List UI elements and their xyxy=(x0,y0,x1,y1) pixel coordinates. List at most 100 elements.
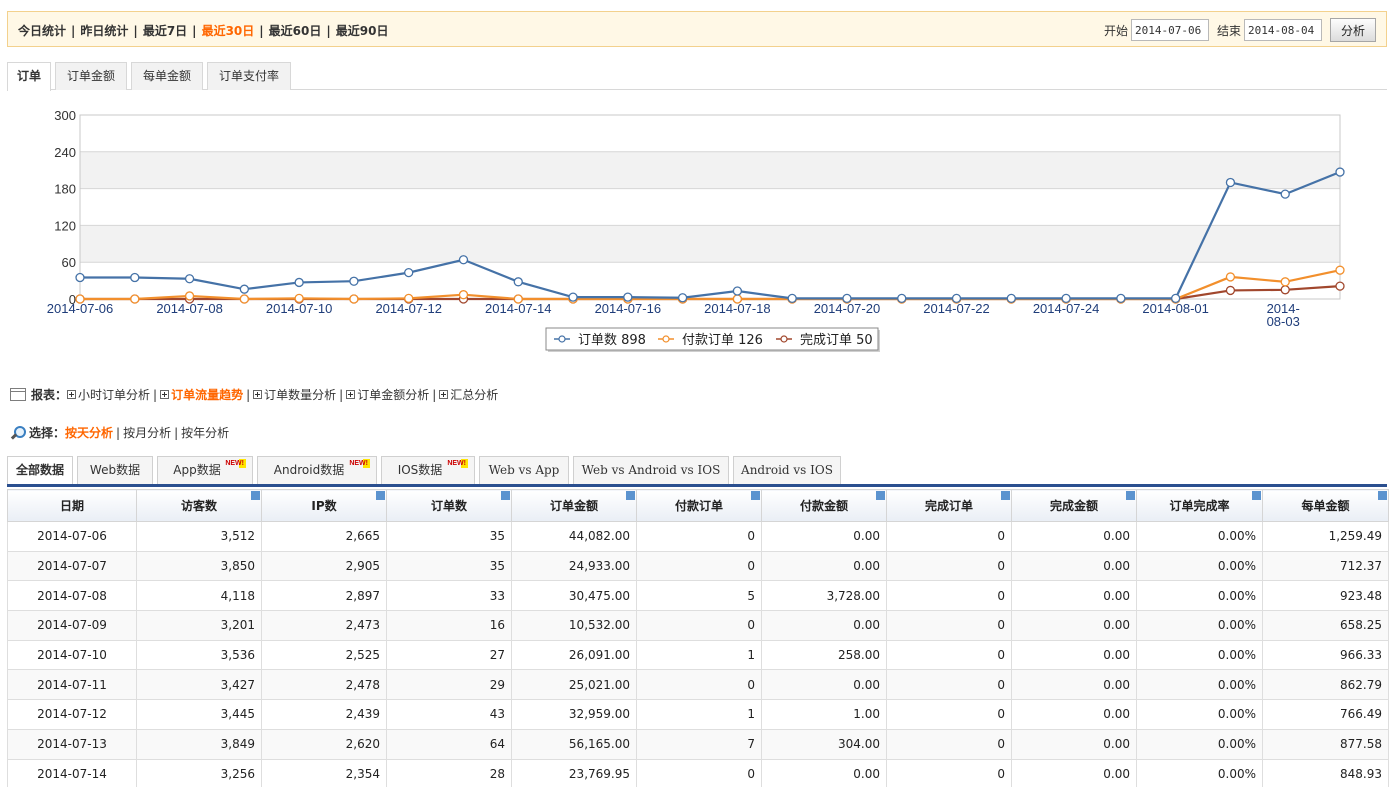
tab-order-amount[interactable]: 订单金额 xyxy=(55,62,127,90)
data-point[interactable] xyxy=(951,293,962,304)
data-point[interactable] xyxy=(513,277,523,287)
report-link-summary[interactable]: 汇总分析 xyxy=(450,386,498,403)
data-point[interactable] xyxy=(130,294,140,304)
column-header[interactable]: 访客数 xyxy=(136,489,262,522)
data-point[interactable] xyxy=(568,292,578,302)
column-header[interactable]: 每单金额 xyxy=(1262,489,1389,522)
tab-web-vs-android-vs-ios[interactable]: Web vs Android vs IOS xyxy=(573,456,729,484)
data-point[interactable] xyxy=(513,294,523,304)
tab-payment-rate[interactable]: 订单支付率 xyxy=(207,62,291,90)
select-link-yearly[interactable]: 按年分析 xyxy=(181,424,229,441)
legend-entry[interactable]: 付款订单 126 xyxy=(682,333,763,348)
data-point[interactable] xyxy=(623,292,633,302)
data-point[interactable] xyxy=(75,272,85,283)
data-point[interactable] xyxy=(75,294,85,304)
analyze-button[interactable]: 分析 xyxy=(1330,18,1376,42)
report-link-amount[interactable]: 订单金额分析 xyxy=(357,386,429,403)
column-header[interactable]: 付款订单 xyxy=(636,489,762,522)
help-icon[interactable] xyxy=(501,491,510,500)
data-point[interactable] xyxy=(1280,277,1290,287)
help-icon[interactable] xyxy=(1001,491,1010,500)
quick-range-30d[interactable]: 最近30日 xyxy=(202,24,255,38)
legend-entry[interactable]: 订单数 898 xyxy=(578,333,646,348)
data-point[interactable] xyxy=(1280,189,1290,199)
help-icon[interactable] xyxy=(626,491,635,500)
data-point[interactable] xyxy=(1116,293,1126,304)
quick-range-today[interactable]: 今日统计 xyxy=(18,24,66,38)
data-point[interactable] xyxy=(1061,293,1071,304)
data-point[interactable] xyxy=(677,293,688,303)
select-link-monthly[interactable]: 按月分析 xyxy=(123,424,171,441)
help-icon[interactable] xyxy=(1378,491,1387,500)
quick-range-90d[interactable]: 最近90日 xyxy=(336,24,389,38)
table-cell: 1 xyxy=(636,639,762,671)
data-point[interactable] xyxy=(294,293,304,304)
data-point[interactable] xyxy=(1335,265,1345,275)
help-icon[interactable] xyxy=(251,491,260,500)
data-point[interactable] xyxy=(184,274,195,284)
table-row: 2014-07-09 3,201 2,473 16 10,532.00 0 0.00 0 0.0… xyxy=(7,610,1389,641)
column-header[interactable]: 完成订单 xyxy=(886,489,1012,522)
tab-app-data[interactable]: App数据 NEW! xyxy=(157,456,253,484)
table-cell: 56,165.00 xyxy=(511,728,637,760)
data-point[interactable] xyxy=(458,255,469,265)
tab-amount-per-order[interactable]: 每单金额 xyxy=(131,62,203,90)
data-point[interactable] xyxy=(349,276,359,286)
help-icon[interactable] xyxy=(376,491,385,500)
tab-android-vs-ios[interactable]: Android vs IOS xyxy=(733,456,841,484)
end-date-input[interactable] xyxy=(1244,19,1322,41)
data-point[interactable] xyxy=(349,294,359,304)
quick-range-7d[interactable]: 最近7日 xyxy=(143,24,187,38)
report-link-hourly[interactable]: 小时订单分析 xyxy=(78,386,150,403)
data-point[interactable] xyxy=(732,286,743,296)
data-point[interactable] xyxy=(458,290,469,300)
column-header[interactable]: 付款金额 xyxy=(761,489,887,522)
expand-icon xyxy=(67,390,77,399)
data-point[interactable] xyxy=(184,291,195,301)
data-point[interactable] xyxy=(404,293,414,304)
tab-all-data[interactable]: 全部数据 xyxy=(7,456,73,484)
help-icon[interactable] xyxy=(1252,491,1261,500)
select-link-daily[interactable]: 按天分析 xyxy=(65,424,113,441)
quick-range-yesterday[interactable]: 昨日统计 xyxy=(80,24,128,38)
data-point[interactable] xyxy=(1006,293,1016,304)
data-point[interactable] xyxy=(239,284,249,294)
legend-entry[interactable]: 完成订单 50 xyxy=(800,333,873,348)
data-point[interactable] xyxy=(1171,293,1181,304)
date-range: 开始 结束 分析 xyxy=(1096,18,1376,42)
tab-web-vs-app[interactable]: Web vs App xyxy=(479,456,569,484)
data-point[interactable] xyxy=(1335,281,1345,291)
data-point[interactable] xyxy=(897,293,907,304)
data-point[interactable] xyxy=(1225,272,1236,282)
column-header[interactable]: 完成金额 xyxy=(1011,489,1137,522)
data-point[interactable] xyxy=(239,294,249,304)
start-date-input[interactable] xyxy=(1130,19,1209,41)
report-link-quantity[interactable]: 订单数量分析 xyxy=(264,386,336,403)
data-point[interactable] xyxy=(1335,167,1345,177)
column-header[interactable]: 日期 xyxy=(7,489,137,522)
help-icon[interactable] xyxy=(751,491,760,500)
help-icon[interactable] xyxy=(876,491,885,500)
data-point[interactable] xyxy=(842,293,852,304)
column-header[interactable]: IP数 xyxy=(261,489,387,522)
data-point[interactable] xyxy=(787,293,797,304)
quick-range-60d[interactable]: 最近60日 xyxy=(269,24,322,38)
data-point[interactable] xyxy=(130,272,140,283)
tab-android-data[interactable]: Android数据 NEW! xyxy=(257,456,377,484)
column-header[interactable]: 订单数 xyxy=(386,489,512,522)
tab-orders[interactable]: 订单 xyxy=(7,62,51,91)
data-point[interactable] xyxy=(404,267,414,278)
column-header[interactable]: 订单金额 xyxy=(511,489,637,522)
help-icon[interactable] xyxy=(1126,491,1135,500)
table-cell: 0 xyxy=(636,669,762,701)
report-link-trend[interactable]: 订单流量趋势 xyxy=(171,386,243,403)
data-point[interactable] xyxy=(1225,285,1236,296)
data-point[interactable] xyxy=(1280,285,1290,295)
column-header[interactable]: 订单完成率 xyxy=(1136,489,1263,522)
tab-web-data[interactable]: Web数据 xyxy=(77,456,153,484)
data-point[interactable] xyxy=(732,294,743,304)
tab-ios-data[interactable]: IOS数据 NEW! xyxy=(381,456,475,484)
data-point[interactable] xyxy=(294,277,304,288)
table-cell: 5 xyxy=(636,580,762,612)
data-point[interactable] xyxy=(1225,177,1236,188)
